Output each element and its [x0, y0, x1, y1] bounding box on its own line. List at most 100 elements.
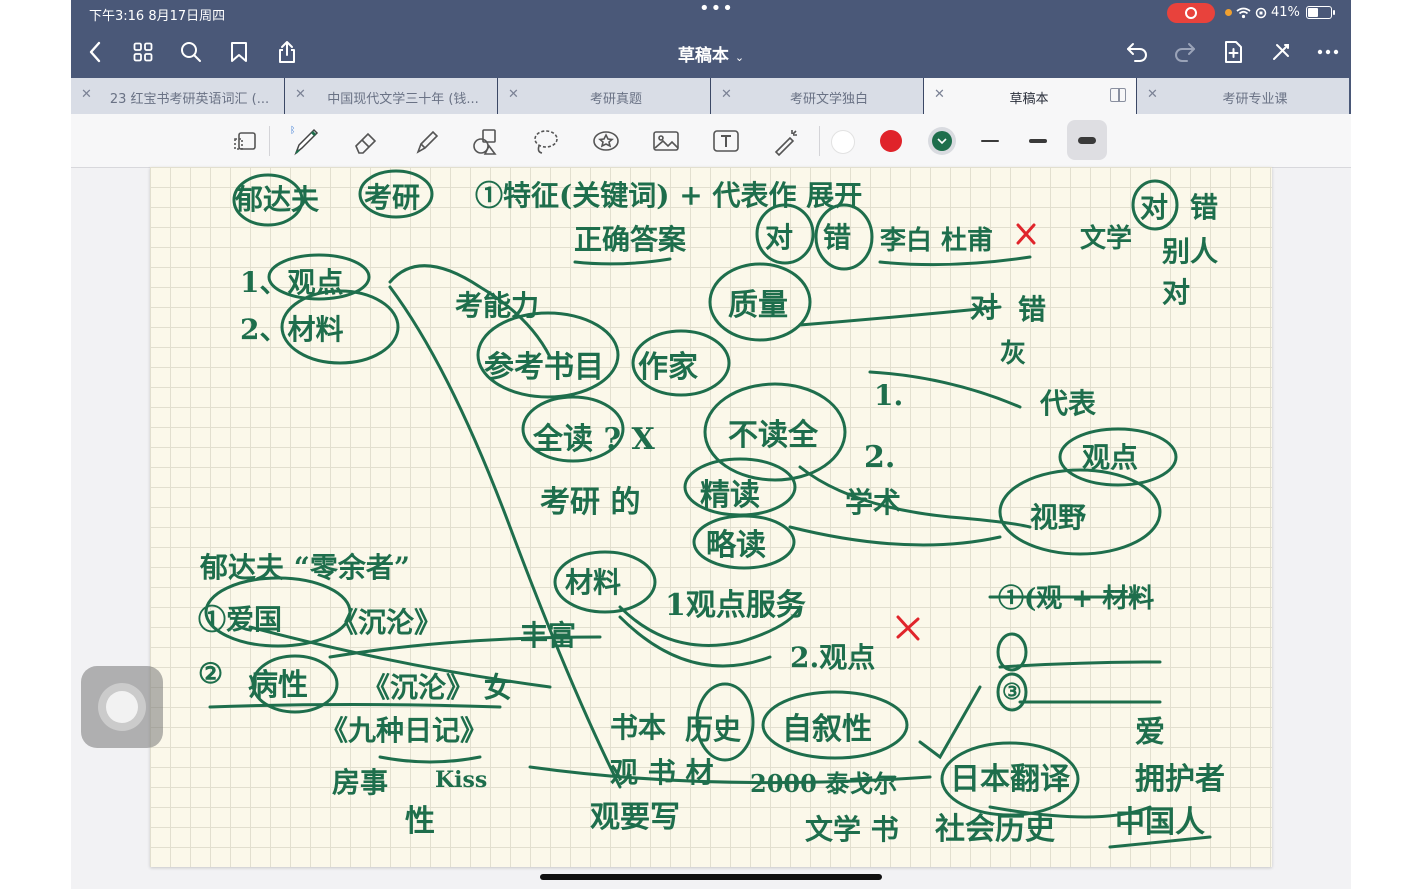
note-word: 别人 [1162, 235, 1218, 268]
chevron-down-icon [937, 138, 947, 145]
text-icon[interactable] [709, 124, 743, 158]
close-tab-icon[interactable]: ✕ [1147, 87, 1158, 102]
note-word: 1. [874, 379, 903, 412]
grid-icon[interactable] [129, 38, 157, 66]
undo-icon[interactable] [1123, 38, 1151, 66]
wifi-icon [1236, 7, 1251, 18]
battery-percent: 41% [1271, 5, 1300, 20]
note-word: 灰 [1000, 339, 1026, 369]
status-bar: 下午3:16 8月17日周四 ••• 41% [71, 0, 1351, 26]
eraser-icon[interactable] [349, 124, 383, 158]
multitask-dots-icon[interactable]: ••• [699, 0, 734, 19]
tab-label: 考研真题 [589, 92, 642, 107]
note-word: 观要写 [590, 800, 680, 835]
note-word: 考能力 [455, 289, 539, 322]
tab-draft[interactable]: ✕ 草稿本 [923, 78, 1136, 114]
note-word: 错 [823, 221, 851, 254]
note-word: 文学 书 [805, 813, 899, 846]
note-word: 文学 [1080, 223, 1132, 254]
lasso-page-icon[interactable] [229, 124, 263, 158]
drawing-toolbar: ᛒ [71, 114, 1351, 168]
back-icon[interactable] [81, 38, 109, 66]
split-view-icon[interactable] [1110, 88, 1126, 102]
note-word: 对 [1162, 276, 1190, 309]
note-word: 2.观点 [790, 641, 875, 674]
share-icon[interactable] [273, 38, 301, 66]
note-page[interactable]: 郁达夫 考研 ①特征(关键词) + 代表作 展开 正确答案 对 错 李白 杜甫 … [150, 167, 1272, 867]
stroke-medium[interactable] [1029, 139, 1047, 143]
note-word: 李白 杜甫 [879, 225, 993, 256]
tab-past-exams[interactable]: ✕ 考研真题 [497, 78, 710, 114]
color-white-swatch[interactable] [831, 130, 855, 154]
close-tab-icon[interactable]: ✕ [721, 87, 732, 102]
note-word: 2. [864, 440, 895, 475]
sticker-icon[interactable] [589, 124, 623, 158]
assistive-touch-button[interactable] [81, 666, 163, 748]
close-tab-icon[interactable]: ✕ [81, 87, 92, 102]
lasso-icon[interactable] [529, 124, 563, 158]
status-right: 41% [1225, 5, 1335, 20]
note-word: 对 [1140, 191, 1168, 224]
add-page-icon[interactable] [1219, 38, 1247, 66]
image-icon[interactable] [649, 124, 683, 158]
note-word: 中国人 [1115, 805, 1205, 840]
note-word: Kiss [435, 767, 487, 793]
note-word: 全读 ? X [532, 422, 655, 457]
pen-icon[interactable]: ᛒ [289, 124, 323, 158]
search-icon[interactable] [177, 38, 205, 66]
color-green-selected-ring[interactable] [928, 127, 956, 155]
note-word: 病性 [248, 668, 308, 703]
tab-literature-monologue[interactable]: ✕ 考研文学独白 [710, 78, 923, 114]
home-indicator[interactable] [540, 874, 882, 880]
note-word: 1观点服务 [665, 588, 806, 623]
note-word: 历史 [685, 713, 741, 746]
note-word: 学术 [845, 486, 901, 519]
tab-major-course[interactable]: ✕ 考研专业课 [1136, 78, 1349, 114]
laser-pointer-icon[interactable] [769, 124, 803, 158]
close-tab-icon[interactable]: ✕ [295, 87, 306, 102]
note-word: 爱 [1135, 715, 1165, 750]
note-word: 拥护者 [1135, 762, 1225, 797]
note-word: 性 [405, 804, 435, 839]
note-word: 视野 [1030, 501, 1086, 534]
nav-bar: 草稿本 ⌄ [71, 26, 1351, 78]
color-red-swatch[interactable] [880, 130, 902, 152]
note-word: 考研 [364, 181, 420, 214]
note-word: 《沉沦》 [330, 606, 442, 639]
chevron-down-icon: ⌄ [734, 51, 745, 64]
note-word: 房事 [332, 766, 388, 799]
bookmark-icon[interactable] [225, 38, 253, 66]
tab-vocab[interactable]: ✕ 23 红宝书考研英语词汇 (... [71, 78, 284, 114]
note-word: ①特征(关键词) + 代表作 展开 [475, 179, 862, 212]
stroke-thick-selected[interactable] [1067, 120, 1107, 160]
close-edit-icon[interactable] [1267, 38, 1295, 66]
redo-icon[interactable] [1171, 38, 1199, 66]
shapes-icon[interactable] [469, 124, 503, 158]
tab-modern-literature[interactable]: ✕ 中国现代文学三十年 (钱... [284, 78, 497, 114]
screen-recording-icon[interactable] [1167, 3, 1215, 23]
note-word: 作家 [638, 350, 698, 385]
highlighter-icon[interactable] [409, 124, 443, 158]
stroke-thin[interactable] [981, 140, 999, 142]
note-word: 错 [1018, 293, 1046, 326]
close-tab-icon[interactable]: ✕ [508, 87, 519, 102]
more-icon[interactable] [1314, 38, 1342, 66]
note-word: 《九种日记》 [320, 714, 488, 747]
note-word: 自叙性 [782, 712, 872, 747]
note-word: 郁达夫 “零余者” [199, 551, 410, 584]
notebook-title-text: 草稿本 [677, 46, 729, 66]
close-tab-icon[interactable]: ✕ [934, 87, 945, 102]
red-x-marks [896, 223, 1036, 641]
handwriting-canvas: 郁达夫 考研 ①特征(关键词) + 代表作 展开 正确答案 对 错 李白 杜甫 … [198, 169, 1225, 849]
tab-label: 中国现代文学三十年 (钱... [327, 92, 479, 107]
handwritten-text: 郁达夫 考研 ①特征(关键词) + 代表作 展开 正确答案 对 错 李白 杜甫 … [198, 179, 1225, 847]
note-word: 观 书 材 [610, 756, 714, 789]
notebook-title[interactable]: 草稿本 ⌄ [71, 41, 1351, 66]
note-word: 社会历史 [935, 812, 1055, 847]
note-word: 正确答案 [574, 223, 687, 256]
note-word: 材料 [565, 566, 621, 599]
note-word: ①爱国 [198, 603, 282, 636]
note-word: 书本 [610, 711, 666, 744]
note-word: 1、观点 [240, 266, 343, 299]
note-word: 质量 [728, 288, 788, 323]
